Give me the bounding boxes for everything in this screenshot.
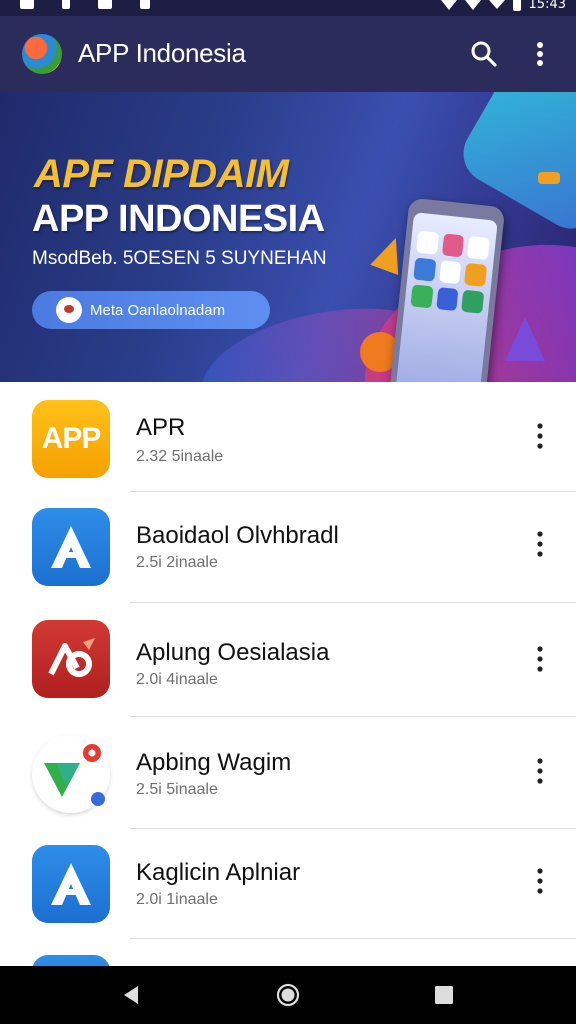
app-name: APR [136,414,186,441]
list-item[interactable]: Baoidaol Olvhbradl 2.5i 2inaale [0,492,576,604]
app-title: APP Indonesia [78,38,246,68]
phone-screen [394,212,498,382]
app-icon [32,955,110,966]
app-meta: 2.0i 1inaale [136,891,218,908]
a-logo-icon [32,508,110,586]
signal-icon [464,0,481,10]
app-tile-icon [413,257,437,282]
status-system: 15:43 [440,0,566,16]
app-meta: 2.0i 4inaale [136,671,218,688]
banner-cta-button[interactable]: Meta Oanlaolnadam [32,291,270,329]
app-name: Kaglicin Aplniar [136,859,301,886]
phone-illustration [386,197,506,382]
a-logo-icon [32,845,110,923]
status-notifications [20,0,150,16]
more-vert-icon[interactable] [528,755,552,787]
app-tile-icon [464,262,488,287]
list-item[interactable] [0,939,576,966]
app-tile-icon [461,289,485,314]
app-meta: 2.5i 2inaale [136,554,218,571]
app-meta: 2.32 5inaale [136,448,224,465]
list-item[interactable]: Kaglicin Aplniar 2.0i 1inaale [0,829,576,941]
app-name: Apbing Wagim [136,749,292,776]
notification-icon [62,0,70,9]
app-icon-label: APP [41,422,102,455]
panda-icon [56,297,82,323]
app-tile-icon [441,233,465,258]
recents-icon[interactable] [434,985,454,1005]
banner-cta-label: Meta Oanlaolnadam [90,301,226,319]
notification-icon [140,0,150,9]
battery-icon [512,0,521,11]
list-item[interactable]: APP APR 2.32 5inaale [0,382,576,494]
status-bar: 15:43 [0,0,576,16]
banner-subtitle: MsodBeb. 5OESEN 5 SUYNEHAN [32,248,327,269]
list-item[interactable]: Aplung Oesialasia 2.0i 4inaale [0,603,576,715]
more-vert-icon[interactable] [528,420,552,452]
promo-banner[interactable]: APF DIPDAIM APP INDONESIA MsodBeb. 5OESE… [0,92,576,382]
app-tile-icon [435,287,459,312]
back-icon[interactable] [120,984,142,1006]
app-name: Aplung Oesialasia [136,639,330,666]
more-vert-icon[interactable] [528,865,552,897]
app-name: Baoidaol Olvhbradl [136,522,339,549]
more-vert-icon[interactable] [528,528,552,560]
notification-icon [20,0,34,9]
signal-icon [488,0,505,9]
banner-headline: APP INDONESIA [32,198,325,240]
app-meta: 2.5i 5inaale [136,781,218,798]
notification-icon [98,0,112,9]
wifi-icon [440,0,457,10]
app-bar: APP Indonesia [0,16,576,92]
app-logo-icon [22,34,62,74]
app-tile-icon [438,260,462,285]
app-tile-icon [416,230,439,255]
banner-headline: APF DIPDAIM [34,152,289,196]
list-item[interactable]: Apbing Wagim 2.5i 5inaale [0,717,576,829]
search-icon[interactable] [468,38,500,70]
status-time: 15:43 [528,0,566,12]
banner-decoration [538,172,560,184]
home-icon[interactable] [276,983,300,1007]
app-tile-icon [410,284,434,309]
app-tile-icon [467,236,490,261]
app-list: APP APR 2.32 5inaale Baoidaol Olvhbradl … [0,382,576,966]
red-ab-icon [32,620,110,698]
navigation-bar [0,966,576,1024]
maps-icon [32,735,110,813]
more-vert-icon[interactable] [528,38,552,70]
app-icon: APP [32,400,110,478]
more-vert-icon[interactable] [528,643,552,675]
